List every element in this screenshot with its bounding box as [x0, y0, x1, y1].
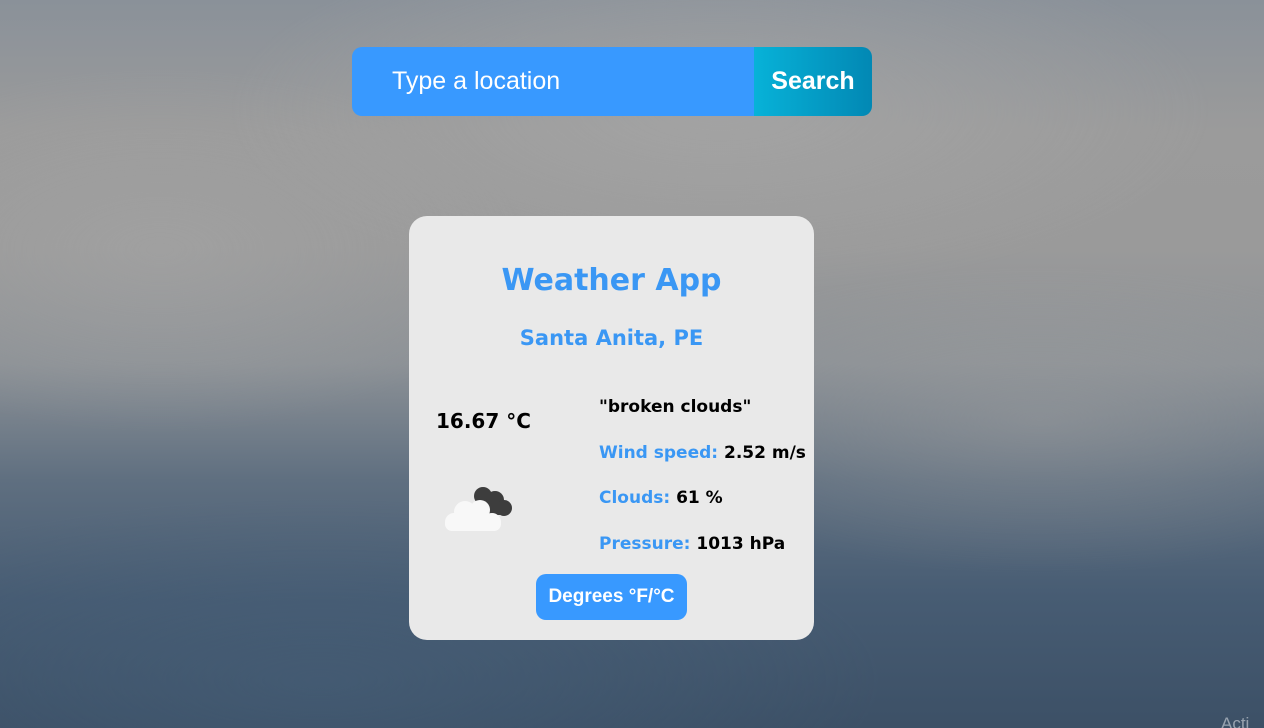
- search-bar: Search: [352, 47, 872, 116]
- weather-card: Weather App Santa Anita, PE 16.67 °C "br…: [409, 216, 814, 640]
- search-input[interactable]: [352, 47, 754, 116]
- wind-speed-row: Wind speed: 2.52 m/s: [599, 442, 809, 488]
- pressure-row: Pressure: 1013 hPa: [599, 533, 809, 579]
- search-button[interactable]: Search: [754, 47, 872, 116]
- pressure-label: Pressure:: [599, 533, 691, 554]
- wind-speed-label: Wind speed:: [599, 442, 719, 463]
- clouds-label: Clouds:: [599, 488, 671, 508]
- wind-speed-value: 2.52 m/s: [724, 442, 806, 463]
- weather-description: "broken clouds": [599, 397, 752, 417]
- pressure-value: 1013 hPa: [696, 533, 786, 554]
- clouds-row: Clouds: 61 %: [599, 487, 809, 533]
- location-name: Santa Anita, PE: [519, 326, 704, 350]
- weather-details: "broken clouds" Wind speed: 2.52 m/s Clo…: [599, 396, 809, 578]
- degrees-toggle-button[interactable]: Degrees °F/°C: [536, 574, 687, 620]
- activation-watermark-text: Acti: [1221, 714, 1250, 728]
- temperature-value: 16.67 °C: [436, 409, 531, 433]
- broken-clouds-icon: [443, 482, 517, 534]
- clouds-value: 61 %: [676, 488, 723, 508]
- app-title: Weather App: [501, 263, 722, 298]
